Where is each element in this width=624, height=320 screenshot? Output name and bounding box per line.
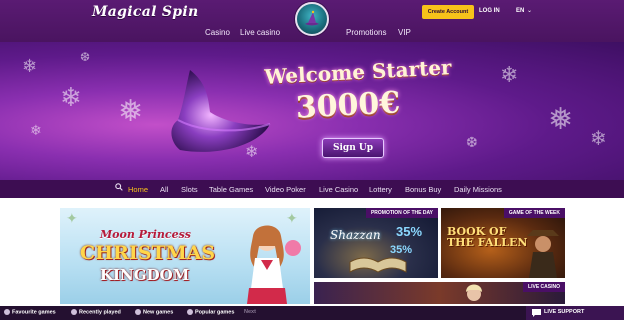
- site-logo[interactable]: Magical Spin: [92, 4, 198, 20]
- new-games-link[interactable]: New games: [135, 309, 173, 315]
- game-title: Shazzan: [330, 228, 381, 242]
- hero-headline: Welcome Starter: [263, 55, 453, 89]
- wizard-hat-emblem-icon[interactable]: [295, 2, 329, 36]
- language-selector[interactable]: EN: [516, 8, 524, 14]
- snowflake-icon: ❄: [30, 122, 42, 138]
- chat-bubble-icon: [532, 309, 541, 317]
- hero-amount: 3000€: [294, 85, 402, 126]
- game-title: BOOK OF THE FALLEN: [447, 226, 527, 248]
- category-video-poker[interactable]: Video Poker: [265, 185, 306, 194]
- more-link[interactable]: Next: [244, 309, 256, 315]
- game-title-line2: KINGDOM: [100, 266, 190, 284]
- star-icon: [135, 309, 141, 315]
- recently-played-label: Recently played: [79, 309, 121, 316]
- popular-games-label: Popular games: [195, 309, 235, 316]
- carousel-dots: [597, 171, 617, 175]
- clock-icon: [71, 309, 77, 315]
- game-subtitle: Moon Princess: [100, 228, 192, 241]
- game-of-week-tag: GAME OF THE WEEK: [503, 208, 565, 218]
- heart-icon: [4, 309, 10, 315]
- category-slots[interactable]: Slots: [181, 185, 198, 194]
- open-book-icon: [349, 257, 407, 273]
- game-grid: ✦ ✦ Moon Princess CHRISTMAS KINGDOM PROM…: [0, 198, 624, 306]
- game-tile-book-of-the-fallen[interactable]: GAME OF THE WEEK BOOK OF THE FALLEN: [441, 208, 565, 278]
- login-link[interactable]: LOG IN: [479, 8, 500, 14]
- flame-icon: [187, 309, 193, 315]
- snowflake-icon: ❄: [60, 82, 82, 112]
- promo-percent: 35%: [396, 224, 423, 239]
- chevron-down-icon[interactable]: ⌄: [527, 7, 532, 14]
- adventurer-illustration: [527, 230, 559, 278]
- category-home[interactable]: Home: [128, 185, 148, 194]
- snowflake-icon: ❅: [118, 95, 144, 128]
- category-nav: Home All Slots Table Games Video Poker L…: [0, 180, 624, 198]
- snowflake-icon: ❄: [22, 56, 38, 76]
- game-tile-shazzan[interactable]: PROMOTION OF THE DAY Shazzan 35% 35%: [314, 208, 438, 278]
- dealer-illustration: [466, 284, 482, 301]
- game-tile-christmas-kingdom[interactable]: ✦ ✦ Moon Princess CHRISTMAS KINGDOM: [60, 208, 310, 304]
- nav-vip[interactable]: VIP: [398, 28, 411, 37]
- holly-icon: ✦: [66, 210, 78, 226]
- category-live-casino[interactable]: Live Casino: [319, 185, 358, 194]
- live-casino-tag: LIVE CASINO: [523, 282, 565, 292]
- nav-casino[interactable]: Casino: [205, 28, 230, 37]
- category-table-games[interactable]: Table Games: [209, 185, 253, 194]
- nav-live-casino[interactable]: Live casino: [240, 28, 280, 37]
- category-bonus-buy[interactable]: Bonus Buy: [405, 185, 441, 194]
- search-icon[interactable]: [115, 183, 123, 191]
- snowflake-icon: ❄: [590, 128, 607, 150]
- game-title: CHRISTMAS: [80, 242, 216, 264]
- sign-up-button[interactable]: Sign Up: [322, 138, 384, 158]
- live-support-button[interactable]: LIVE SUPPORT: [526, 306, 624, 320]
- category-all[interactable]: All: [160, 185, 168, 194]
- snowflake-icon: ❄: [500, 62, 519, 87]
- hero-banner[interactable]: ❄ ❄ ❅ ❄ ❆ ❄ ❅ ❄ ❆ ❄ Welcome Starter 3000…: [0, 42, 624, 180]
- create-account-button[interactable]: Create Account: [422, 5, 474, 19]
- favourite-games-link[interactable]: Favourite games: [4, 309, 56, 315]
- snowflake-icon: ❆: [80, 50, 91, 64]
- game-title-line2: THE FALLEN: [447, 236, 528, 249]
- site-header: Magical Spin Casino Live casino Promotio…: [0, 0, 624, 42]
- live-support-label: LIVE SUPPORT: [544, 309, 585, 315]
- new-games-label: New games: [143, 309, 174, 316]
- recently-played-link[interactable]: Recently played: [71, 309, 121, 315]
- game-tile-live-casino[interactable]: LIVE CASINO: [314, 282, 565, 304]
- character-illustration: [247, 225, 301, 304]
- category-daily-missions[interactable]: Daily Missions: [454, 185, 502, 194]
- category-lottery[interactable]: Lottery: [369, 185, 392, 194]
- snowflake-icon: ❆: [466, 134, 478, 150]
- snowflake-icon: ❅: [548, 103, 574, 136]
- popular-games-link[interactable]: Popular games: [187, 309, 234, 315]
- nav-promotions[interactable]: Promotions: [346, 28, 386, 37]
- promotion-tag: PROMOTION OF THE DAY: [365, 208, 438, 218]
- favourite-games-label: Favourite games: [12, 309, 56, 316]
